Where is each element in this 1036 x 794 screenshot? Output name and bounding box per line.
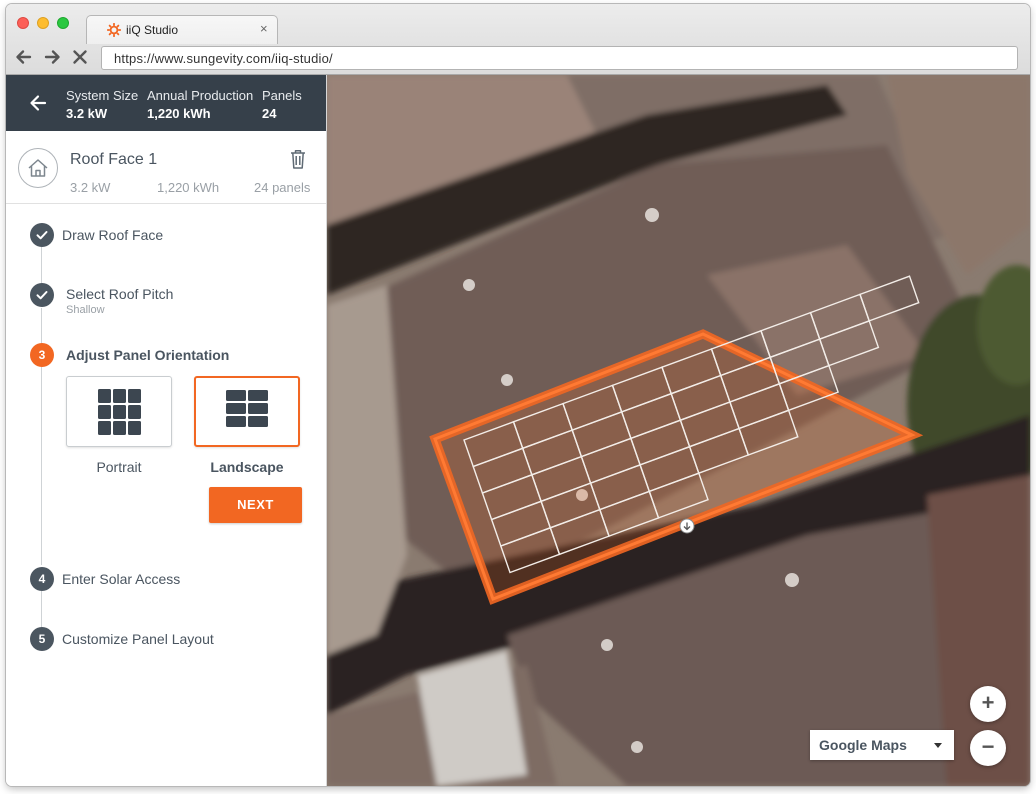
chevron-down-icon — [934, 743, 942, 748]
browser-toolbar: iiQ Studio × https://www.sungevity.com/i… — [6, 4, 1030, 75]
landscape-label[interactable]: Landscape — [194, 459, 300, 475]
roof-face-title: Roof Face 1 — [70, 151, 158, 168]
landscape-option[interactable] — [194, 376, 300, 447]
panels-stat: Panels 24 — [262, 88, 302, 121]
aerial-roof-imagery — [327, 75, 1030, 786]
panels-value: 24 — [262, 106, 277, 121]
tab-title: iiQ Studio — [126, 23, 179, 37]
next-button[interactable]: NEXT — [209, 487, 302, 523]
panels-label: Panels — [262, 88, 302, 103]
url-text: https://www.sungevity.com/iiq-studio/ — [114, 51, 333, 66]
step-2-sublabel: Shallow — [66, 304, 105, 316]
trash-icon[interactable] — [288, 148, 308, 170]
step-connector — [41, 591, 42, 627]
system-summary-header: System Size 3.2 kW Annual Production 1,2… — [6, 75, 326, 131]
step-1-check-icon — [30, 223, 54, 247]
step-4-number: 4 — [30, 567, 54, 591]
roof-face-production: 1,220 kWh — [157, 180, 220, 195]
roof-face-size: 3.2 kW — [70, 180, 111, 195]
annual-production-value: 1,220 kWh — [147, 106, 211, 121]
portrait-grid-icon — [98, 389, 141, 435]
step-2-label[interactable]: Select Roof Pitch — [66, 286, 173, 302]
annual-production-label: Annual Production — [147, 88, 254, 103]
step-3-number: 3 — [30, 343, 54, 367]
step-4-label: Enter Solar Access — [62, 571, 181, 587]
zoom-out-button[interactable]: − — [970, 730, 1006, 766]
step-connector — [41, 247, 42, 283]
annual-production-stat: Annual Production 1,220 kWh — [147, 88, 253, 121]
aerial-map[interactable]: + − Google Maps — [327, 75, 1030, 786]
design-sidebar: System Size 3.2 kW Annual Production 1,2… — [6, 75, 327, 786]
roof-face-panels: 24 panels — [254, 180, 311, 195]
step-connector — [41, 308, 42, 344]
step-5-number: 5 — [30, 627, 54, 651]
zoom-in-button[interactable]: + — [970, 686, 1006, 722]
house-icon — [18, 148, 58, 188]
system-size-value: 3.2 kW — [66, 106, 108, 121]
portrait-option[interactable] — [66, 376, 172, 447]
zoom-window-button[interactable] — [57, 17, 69, 29]
browser-tab[interactable]: iiQ Studio × — [86, 15, 278, 44]
step-2-check-icon — [30, 283, 54, 307]
close-window-button[interactable] — [17, 17, 29, 29]
sungevity-logo-icon — [107, 23, 121, 37]
back-nav-icon[interactable] — [14, 47, 34, 67]
step-1-label[interactable]: Draw Roof Face — [62, 227, 163, 243]
step-3-label: Adjust Panel Orientation — [66, 347, 230, 363]
map-provider-label: Google Maps — [819, 737, 907, 753]
system-size-stat: System Size 3.2 kW — [66, 88, 138, 121]
map-provider-select[interactable]: Google Maps — [810, 730, 954, 760]
minimize-window-button[interactable] — [37, 17, 49, 29]
browser-window: iiQ Studio × https://www.sungevity.com/i… — [6, 4, 1030, 786]
stop-loading-icon[interactable] — [70, 47, 90, 67]
roof-face-card[interactable]: Roof Face 1 3.2 kW 1,220 kWh 24 panels — [6, 131, 326, 204]
step-5-label: Customize Panel Layout — [62, 631, 214, 647]
address-bar[interactable]: https://www.sungevity.com/iiq-studio/ — [101, 46, 1018, 70]
tab-close-icon[interactable]: × — [260, 21, 268, 36]
portrait-label[interactable]: Portrait — [66, 459, 172, 475]
forward-nav-icon[interactable] — [42, 47, 62, 67]
step-connector — [41, 367, 42, 565]
back-arrow-icon[interactable] — [28, 93, 48, 113]
system-size-label: System Size — [66, 88, 139, 103]
landscape-grid-icon — [226, 390, 268, 427]
